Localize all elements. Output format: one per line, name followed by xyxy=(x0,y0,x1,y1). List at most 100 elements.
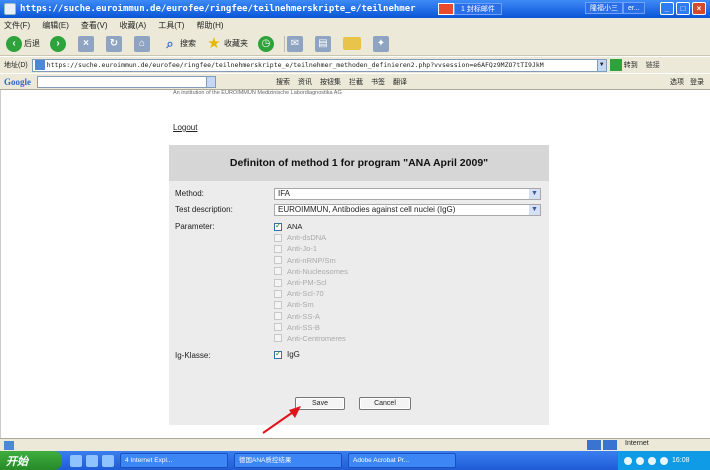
google-options[interactable]: 选项 xyxy=(670,77,684,87)
google-item-bookmarks[interactable]: 书签 xyxy=(371,77,385,87)
google-dropdown-icon[interactable] xyxy=(206,75,216,88)
checkbox-disabled-icon xyxy=(274,334,282,343)
go-arrow-icon xyxy=(609,59,622,71)
links-label[interactable]: 链接 xyxy=(646,60,660,70)
search-icon: ⌕ xyxy=(166,35,174,51)
test-description-select[interactable]: EUROIMMUN, Antibodies against cell nucle… xyxy=(274,204,541,216)
history-button[interactable]: ◷ xyxy=(256,34,278,54)
home-button[interactable]: ⌂ xyxy=(132,34,154,54)
save-button[interactable]: Save xyxy=(295,397,345,410)
tray-network-icon[interactable] xyxy=(624,456,632,465)
stop-button[interactable]: × xyxy=(76,34,98,54)
parameter-ana[interactable]: ANA xyxy=(274,221,474,232)
checkbox-checked-icon[interactable] xyxy=(274,221,282,231)
checkbox-disabled-icon xyxy=(274,267,282,276)
google-login[interactable]: 登录 xyxy=(690,77,704,87)
menu-view[interactable]: 查看(V) xyxy=(81,20,108,31)
google-item-search[interactable]: 搜索 xyxy=(276,77,290,87)
extension-segment-2[interactable]: 隆福小三 xyxy=(585,2,623,14)
task-adobe-acrobat[interactable]: Adobe Acrobat Pr... xyxy=(348,453,456,468)
menu-tools[interactable]: 工具(T) xyxy=(158,20,184,31)
extension-close-icon[interactable] xyxy=(438,3,454,15)
zone-icons xyxy=(587,440,617,450)
google-search-input[interactable] xyxy=(37,75,207,88)
start-button[interactable]: 开始 xyxy=(0,451,62,470)
extension-segment-3[interactable]: er... xyxy=(623,2,645,14)
minimize-button[interactable]: _ xyxy=(660,2,674,15)
ig-class-option[interactable]: IgG xyxy=(274,349,300,359)
google-item-news[interactable]: 资讯 xyxy=(298,77,312,87)
folder-button[interactable] xyxy=(341,34,365,54)
parameter-label-text: Anti-Centromeres xyxy=(287,333,346,343)
messenger-button[interactable]: ✦ xyxy=(371,34,393,54)
parameter-anti-jo-1: Anti-Jo-1 xyxy=(274,243,474,254)
system-tray: 16:08 xyxy=(618,451,710,470)
parameter-label-text: ANA xyxy=(287,222,303,232)
tray-security-icon[interactable] xyxy=(648,456,656,465)
menu-edit[interactable]: 编辑(E) xyxy=(42,20,69,31)
favorites-label: 收藏夹 xyxy=(224,39,248,48)
parameter-anti-nucleosomes: Anti-Nucleosomes xyxy=(274,266,474,277)
menu-help[interactable]: 帮助(H) xyxy=(196,20,223,31)
menu-favorites[interactable]: 收藏(A) xyxy=(120,20,147,31)
window-titlebar: https://suche.euroimmun.de/eurofee/ringf… xyxy=(0,0,710,18)
checkbox-disabled-icon xyxy=(274,312,282,321)
forward-arrow-icon: › xyxy=(50,35,66,52)
forward-button[interactable]: › xyxy=(48,34,70,54)
quick-launch-desktop-icon[interactable] xyxy=(86,454,98,467)
quick-launch-media-icon[interactable] xyxy=(102,454,114,467)
google-item-buttons[interactable]: 按钮集 xyxy=(320,77,341,87)
cancel-button[interactable]: Cancel xyxy=(359,397,411,410)
taskbar: 开始 4 Internet Expl... 德国ANA质控结果 Adobe Ac… xyxy=(0,451,710,470)
google-item-block[interactable]: 拦截 xyxy=(349,77,363,87)
google-toolbar-items: 搜索 资讯 按钮集 拦截 书签 翻译 xyxy=(276,77,407,87)
institution-note: An institution of the EUROIMMUN Medizini… xyxy=(173,90,342,96)
star-icon: ★ xyxy=(207,34,221,52)
quick-launch-ie-icon[interactable] xyxy=(70,454,82,467)
method-definition-form: Definiton of method 1 for program "ANA A… xyxy=(169,145,549,425)
parameter-anti-sm: Anti-Sm xyxy=(274,299,474,310)
menu-bar: 文件(F) 编辑(E) 查看(V) 收藏(A) 工具(T) 帮助(H) xyxy=(0,18,710,32)
parameter-anti-ss-b: Anti-SS-B xyxy=(274,322,474,333)
parameter-label-text: Anti-PM-Scl xyxy=(287,278,327,288)
method-select[interactable]: IFA ▼ xyxy=(274,188,541,200)
checkbox-disabled-icon xyxy=(274,289,282,298)
menu-file[interactable]: 文件(F) xyxy=(4,20,30,31)
task-internet-explorer[interactable]: 4 Internet Expl... xyxy=(120,453,228,468)
address-label: 地址(D) xyxy=(4,62,28,69)
ig-class-value: IgG xyxy=(287,350,300,359)
checkbox-disabled-icon xyxy=(274,323,282,332)
maximize-button[interactable]: □ xyxy=(676,2,690,15)
parameter-anti-pm-scl: Anti-PM-Scl xyxy=(274,277,474,288)
checkbox-disabled-icon xyxy=(274,256,282,265)
google-item-translate[interactable]: 翻译 xyxy=(393,77,407,87)
favorites-button[interactable]: ★ 收藏夹 xyxy=(204,34,250,54)
messenger-icon: ✦ xyxy=(373,35,389,52)
close-button[interactable]: × xyxy=(692,2,706,15)
tray-im-icon[interactable] xyxy=(660,456,668,465)
tray-volume-icon[interactable] xyxy=(636,456,644,465)
search-button[interactable]: ⌕ 搜索 xyxy=(160,34,198,54)
window-title: https://suche.euroimmun.de/eurofee/ringf… xyxy=(20,4,416,14)
logout-link[interactable]: Logout xyxy=(173,123,197,132)
address-bar: 地址(D) https://suche.euroimmun.de/eurofee… xyxy=(0,57,710,73)
parameter-anti-dsdna: Anti-dsDNA xyxy=(274,232,474,243)
mail-button[interactable]: ✉ xyxy=(285,34,307,54)
address-dropdown-icon[interactable]: ▼ xyxy=(596,58,607,72)
page-content: An institution of the EUROIMMUN Medizini… xyxy=(0,90,710,438)
back-button[interactable]: ‹ 后退 xyxy=(4,34,42,54)
print-button[interactable]: ▤ xyxy=(313,34,335,54)
browser-toolbar: ‹ 后退 › × ↻ ⌂ ⌕ 搜索 ★ 收藏夹 ◷ ✉ ▤ ✦ xyxy=(0,32,710,56)
checkbox-checked-icon[interactable] xyxy=(274,349,282,359)
extension-segment[interactable]: 1 封标邮件 xyxy=(454,3,502,15)
ie-icon xyxy=(4,3,16,15)
parameter-label-text: Anti-dsDNA xyxy=(287,233,327,243)
address-input[interactable]: https://suche.euroimmun.de/eurofee/ringf… xyxy=(31,58,598,72)
go-button[interactable]: 转到 xyxy=(609,59,638,71)
page-status-icon xyxy=(4,440,14,450)
task-ana-results[interactable]: 德国ANA质控结果 xyxy=(234,453,342,468)
back-label: 后退 xyxy=(24,39,40,48)
search-label: 搜索 xyxy=(180,39,196,48)
checkbox-disabled-icon xyxy=(274,233,282,242)
refresh-button[interactable]: ↻ xyxy=(104,34,126,54)
